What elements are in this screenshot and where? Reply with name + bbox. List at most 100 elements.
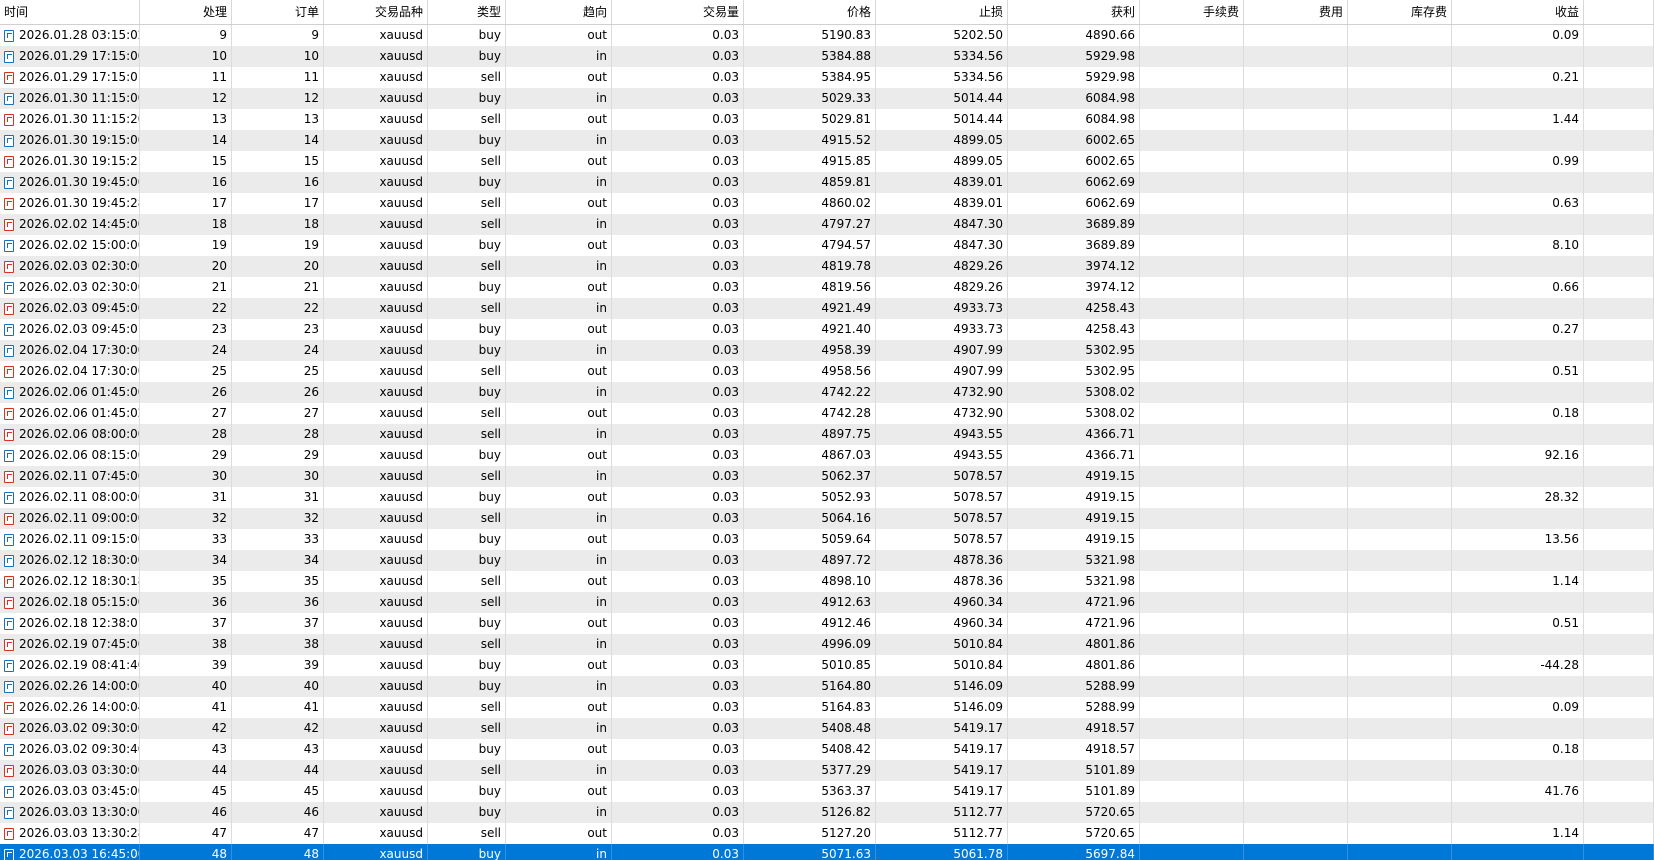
table-row[interactable]: 2026.02.12 18:30:00 34 34 xauusd buy in 0.03 48… bbox=[0, 550, 1654, 571]
cell-order: 21 bbox=[232, 277, 324, 298]
cell-direction: in bbox=[506, 172, 612, 193]
cell-time-text: 2026.02.04 17:30:00 bbox=[19, 343, 140, 357]
table-row[interactable]: 2026.02.04 17:30:00 25 25 xauusd sell out 0.03… bbox=[0, 361, 1654, 382]
table-row[interactable]: 2026.02.12 18:30:18 35 35 xauusd sell out 0.03… bbox=[0, 571, 1654, 592]
column-header-time[interactable]: 时间 bbox=[0, 0, 140, 24]
column-header-profit[interactable]: 收益 bbox=[1452, 0, 1584, 24]
table-row[interactable]: 2026.01.29 17:15:01 11 11 xauusd sell out 0.03… bbox=[0, 67, 1654, 88]
cell-stop-loss: 4907.99 bbox=[876, 340, 1008, 361]
cell-order: 25 bbox=[232, 361, 324, 382]
cell-deal: 14 bbox=[140, 130, 232, 151]
cell-order: 41 bbox=[232, 697, 324, 718]
table-row[interactable]: 2026.02.19 07:45:00 38 38 xauusd sell in 0.03 4… bbox=[0, 634, 1654, 655]
table-row[interactable]: 2026.02.19 08:41:40 39 39 xauusd buy out 0.03 5… bbox=[0, 655, 1654, 676]
table-row[interactable]: 2026.02.03 09:45:00 22 22 xauusd sell in 0.03 4… bbox=[0, 298, 1654, 319]
cell-price: 4921.49 bbox=[744, 298, 876, 319]
column-header-take-profit[interactable]: 获利 bbox=[1008, 0, 1140, 24]
table-row[interactable]: 2026.02.03 02:30:00 20 20 xauusd sell in 0.03 4… bbox=[0, 256, 1654, 277]
cell-take-profit: 4258.43 bbox=[1008, 298, 1140, 319]
table-row[interactable]: 2026.02.11 07:45:00 30 30 xauusd sell in 0.03 5… bbox=[0, 466, 1654, 487]
cell-symbol: xauusd bbox=[324, 844, 428, 860]
cell-time: 2026.02.12 18:30:18 bbox=[0, 571, 140, 592]
table-row[interactable]: 2026.02.03 09:45:01 23 23 xauusd buy out 0.03 4… bbox=[0, 319, 1654, 340]
column-header-spare[interactable] bbox=[1584, 0, 1654, 24]
cell-volume: 0.03 bbox=[612, 214, 744, 235]
column-header-deal[interactable]: 处理 bbox=[140, 0, 232, 24]
table-row[interactable]: 2026.01.30 19:45:00 16 16 xauusd buy in 0.03 48… bbox=[0, 172, 1654, 193]
cell-take-profit: 6002.65 bbox=[1008, 151, 1140, 172]
table-row[interactable]: 2026.02.26 14:00:04 41 41 xauusd sell out 0.03… bbox=[0, 697, 1654, 718]
table-row[interactable]: 2026.02.06 08:15:00 29 29 xauusd buy out 0.03 4… bbox=[0, 445, 1654, 466]
cell-price: 4915.52 bbox=[744, 130, 876, 151]
column-header-direction[interactable]: 趋向 bbox=[506, 0, 612, 24]
cell-commission bbox=[1140, 445, 1244, 466]
cell-deal: 28 bbox=[140, 424, 232, 445]
table-row[interactable]: 2026.01.30 11:15:00 12 12 xauusd buy in 0.03 50… bbox=[0, 88, 1654, 109]
cell-profit: 1.14 bbox=[1452, 823, 1584, 844]
cell-fee bbox=[1244, 424, 1348, 445]
table-row[interactable]: 2026.02.06 08:00:00 28 28 xauusd sell in 0.03 4… bbox=[0, 424, 1654, 445]
table-row[interactable]: 2026.01.30 11:15:20 13 13 xauusd sell out 0.03… bbox=[0, 109, 1654, 130]
table-row[interactable]: 2026.01.30 19:15:21 15 15 xauusd sell out 0.03… bbox=[0, 151, 1654, 172]
sell-icon bbox=[4, 218, 14, 231]
table-row[interactable]: 2026.03.02 09:30:00 42 42 xauusd sell in 0.03 5… bbox=[0, 718, 1654, 739]
cell-volume: 0.03 bbox=[612, 67, 744, 88]
cell-time-text: 2026.03.03 13:30:00 bbox=[19, 805, 140, 819]
table-row[interactable]: 2026.01.30 19:15:00 14 14 xauusd buy in 0.03 49… bbox=[0, 130, 1654, 151]
cell-direction: out bbox=[506, 487, 612, 508]
sell-icon bbox=[4, 575, 14, 588]
cell-profit bbox=[1452, 88, 1584, 109]
column-header-volume[interactable]: 交易量 bbox=[612, 0, 744, 24]
table-row[interactable]: 2026.02.11 09:00:00 32 32 xauusd sell in 0.03 5… bbox=[0, 508, 1654, 529]
cell-type: buy bbox=[428, 88, 506, 109]
table-row[interactable]: 2026.03.03 13:30:28 47 47 xauusd sell out 0.03… bbox=[0, 823, 1654, 844]
table-row[interactable]: 2026.01.30 19:45:28 17 17 xauusd sell out 0.03… bbox=[0, 193, 1654, 214]
cell-price: 5029.81 bbox=[744, 109, 876, 130]
cell-type: buy bbox=[428, 529, 506, 550]
cell-take-profit: 6084.98 bbox=[1008, 109, 1140, 130]
column-header-commission[interactable]: 手续费 bbox=[1140, 0, 1244, 24]
cell-take-profit: 5302.95 bbox=[1008, 361, 1140, 382]
table-row[interactable]: 2026.01.28 03:15:02 9 9 xauusd buy out 0.03 519… bbox=[0, 25, 1654, 46]
table-row[interactable]: 2026.02.18 12:38:01 37 37 xauusd buy out 0.03 4… bbox=[0, 613, 1654, 634]
column-header-type[interactable]: 类型 bbox=[428, 0, 506, 24]
cell-profit bbox=[1452, 592, 1584, 613]
table-row[interactable]: 2026.02.03 02:30:00 21 21 xauusd buy out 0.03 4… bbox=[0, 277, 1654, 298]
table-row[interactable]: 2026.02.11 08:00:00 31 31 xauusd buy out 0.03 5… bbox=[0, 487, 1654, 508]
column-header-stop-loss[interactable]: 止损 bbox=[876, 0, 1008, 24]
table-row[interactable]: 2026.03.03 03:30:00 44 44 xauusd sell in 0.03 5… bbox=[0, 760, 1654, 781]
table-row[interactable]: 2026.03.03 13:30:00 46 46 xauusd buy in 0.03 51… bbox=[0, 802, 1654, 823]
cell-time: 2026.02.18 12:38:01 bbox=[0, 613, 140, 634]
cell-direction: in bbox=[506, 256, 612, 277]
column-header-order[interactable]: 订单 bbox=[232, 0, 324, 24]
cell-commission bbox=[1140, 403, 1244, 424]
cell-volume: 0.03 bbox=[612, 424, 744, 445]
table-row[interactable]: 2026.02.04 17:30:00 24 24 xauusd buy in 0.03 49… bbox=[0, 340, 1654, 361]
table-row[interactable]: 2026.03.03 03:45:00 45 45 xauusd buy out 0.03 5… bbox=[0, 781, 1654, 802]
table-row[interactable]: 2026.02.06 01:45:00 26 26 xauusd buy in 0.03 47… bbox=[0, 382, 1654, 403]
table-row[interactable]: 2026.02.02 15:00:00 19 19 xauusd buy out 0.03 4… bbox=[0, 235, 1654, 256]
table-row-selected[interactable]: 2026.03.03 16:45:00 48 48 xauusd buy in 0.03 50… bbox=[0, 844, 1654, 860]
cell-direction: out bbox=[506, 697, 612, 718]
cell-direction: in bbox=[506, 550, 612, 571]
table-row[interactable]: 2026.02.18 05:15:00 36 36 xauusd sell in 0.03 4… bbox=[0, 592, 1654, 613]
cell-spare bbox=[1584, 718, 1654, 739]
cell-price: 5377.29 bbox=[744, 760, 876, 781]
cell-type: buy bbox=[428, 235, 506, 256]
table-row[interactable]: 2026.01.29 17:15:00 10 10 xauusd buy in 0.03 53… bbox=[0, 46, 1654, 67]
cell-price: 5363.37 bbox=[744, 781, 876, 802]
column-header-symbol[interactable]: 交易品种 bbox=[324, 0, 428, 24]
column-header-swap[interactable]: 库存费 bbox=[1348, 0, 1452, 24]
column-header-price[interactable]: 价格 bbox=[744, 0, 876, 24]
table-row[interactable]: 2026.02.02 14:45:00 18 18 xauusd sell in 0.03 4… bbox=[0, 214, 1654, 235]
cell-symbol: xauusd bbox=[324, 25, 428, 46]
table-row[interactable]: 2026.03.02 09:30:40 43 43 xauusd buy out 0.03 5… bbox=[0, 739, 1654, 760]
cell-order: 29 bbox=[232, 445, 324, 466]
table-row[interactable]: 2026.02.26 14:00:00 40 40 xauusd buy in 0.03 51… bbox=[0, 676, 1654, 697]
table-row[interactable]: 2026.02.06 01:45:02 27 27 xauusd sell out 0.03… bbox=[0, 403, 1654, 424]
column-header-fee[interactable]: 费用 bbox=[1244, 0, 1348, 24]
cell-deal: 38 bbox=[140, 634, 232, 655]
cell-volume: 0.03 bbox=[612, 109, 744, 130]
cell-profit: 0.99 bbox=[1452, 151, 1584, 172]
table-row[interactable]: 2026.02.11 09:15:00 33 33 xauusd buy out 0.03 5… bbox=[0, 529, 1654, 550]
